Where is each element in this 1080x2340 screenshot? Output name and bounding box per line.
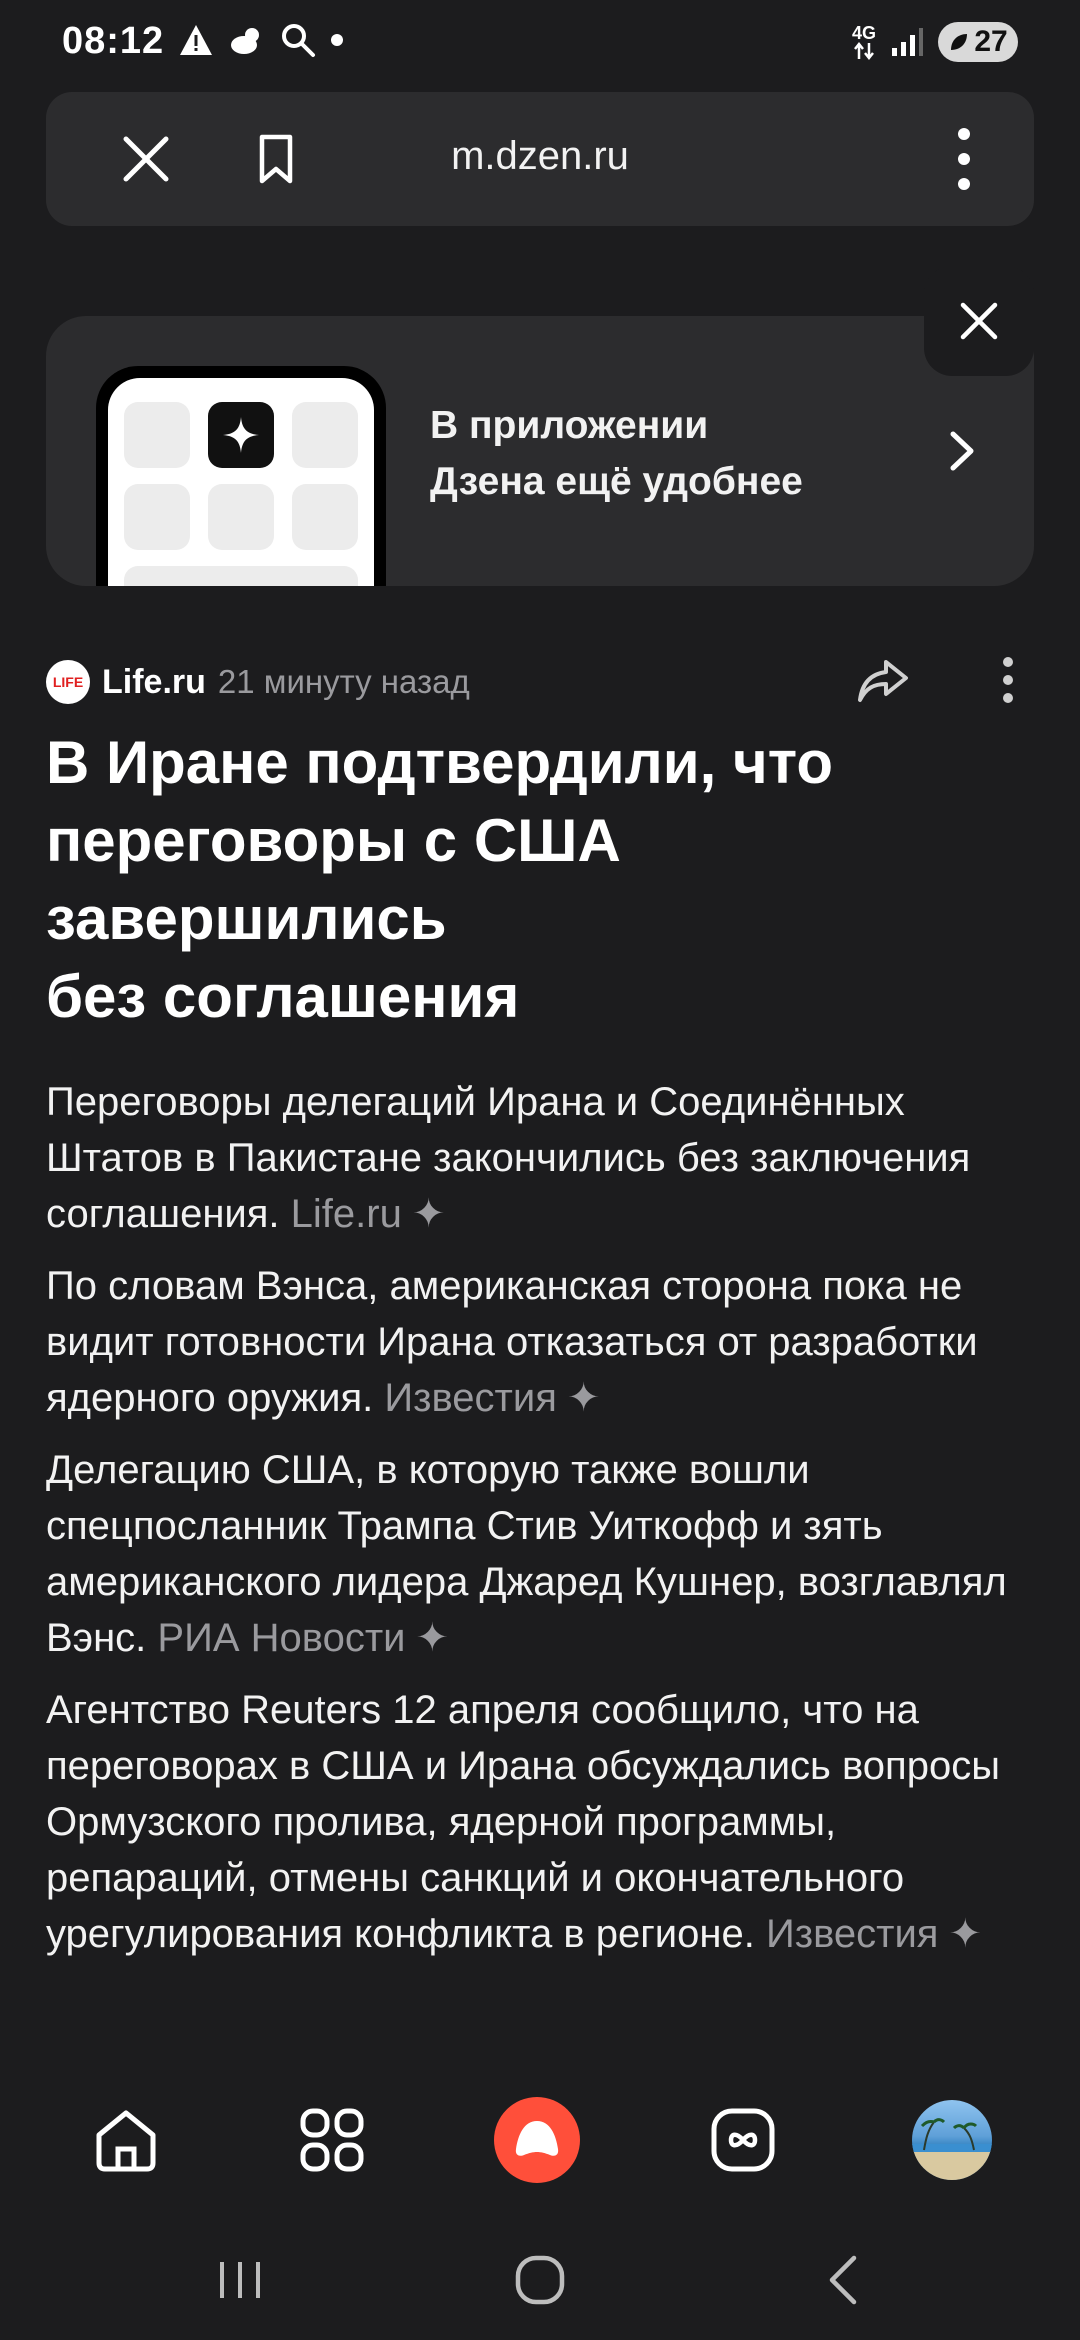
- publish-time: 21 минуту назад: [217, 663, 470, 700]
- promo-line-1: В приложении: [430, 404, 709, 447]
- nav-video[interactable]: [703, 2100, 783, 2180]
- signal-icon: [892, 28, 923, 56]
- bottom-navigation: [0, 2080, 1080, 2200]
- video-icon: [711, 2108, 775, 2172]
- network-label: 4G: [851, 23, 876, 43]
- apps-grid-icon: [300, 2108, 364, 2172]
- home-icon: [96, 2110, 156, 2172]
- status-bar: 08:12 4G 27: [0, 0, 1080, 90]
- summary-paragraph: Делегацию США, в которую также вошли спе…: [46, 1448, 1007, 1660]
- summary-paragraph: Переговоры делегаций Ирана и Соединённых…: [46, 1080, 971, 1236]
- network-type: 4G: [852, 24, 876, 60]
- share-icon[interactable]: [856, 652, 912, 708]
- battery-saver-icon: [951, 34, 968, 50]
- weather-icon: [231, 28, 259, 54]
- article-headline: В Иране подтвердили, что переговоры с СШ…: [46, 729, 834, 1030]
- status-system-icons: 4G 27: [852, 22, 1018, 62]
- promo-text: В приложении Дзена ещё удобнее: [430, 398, 803, 510]
- close-icon: [960, 302, 998, 340]
- nav-profile[interactable]: [912, 2100, 992, 2180]
- dzen-logo-icon: [208, 402, 274, 468]
- chevron-right-icon[interactable]: [941, 426, 981, 476]
- summary-paragraph: Агентство Reuters 12 апреля сообщило, чт…: [46, 1688, 1000, 1956]
- phone-illustration: [96, 366, 386, 586]
- article-meta: LIFE Life.ru 21 минуту назад: [46, 656, 470, 708]
- battery-indicator: 27: [938, 22, 1018, 62]
- source-link[interactable]: Life.ru: [291, 1192, 402, 1236]
- app-promo-banner[interactable]: В приложении Дзена ещё удобнее: [46, 316, 1034, 586]
- dot-icon: [331, 34, 343, 46]
- nav-services[interactable]: [292, 2100, 372, 2180]
- article-body: Переговоры делегаций Ирана и Соединённых…: [46, 1074, 1046, 1978]
- warning-icon: [180, 25, 212, 55]
- battery-level: 27: [974, 25, 1008, 58]
- more-vertical-icon[interactable]: [934, 124, 994, 194]
- nav-home[interactable]: [86, 2100, 166, 2180]
- promo-line-2: Дзена ещё удобнее: [430, 460, 803, 503]
- source-link[interactable]: Известия: [766, 1912, 938, 1956]
- source-link[interactable]: РИА Новости: [157, 1616, 405, 1660]
- nav-alice[interactable]: [494, 2097, 580, 2183]
- recent-apps-icon[interactable]: [210, 2250, 270, 2310]
- source-name[interactable]: Life.ru: [102, 663, 206, 702]
- alice-icon: [494, 2097, 580, 2183]
- avatar: [912, 2100, 992, 2180]
- source-link[interactable]: Известия: [384, 1376, 556, 1420]
- more-vertical-icon[interactable]: [990, 652, 1026, 708]
- url-text[interactable]: m.dzen.ru: [46, 134, 1034, 179]
- data-arrows-icon: [854, 42, 874, 60]
- search-icon: [282, 24, 315, 57]
- browser-address-bar: m.dzen.ru: [46, 92, 1034, 226]
- system-navigation-bar: [0, 2230, 1080, 2320]
- sparkle-icon: ✦: [566, 1376, 601, 1420]
- sparkle-icon: ✦: [948, 1912, 982, 1956]
- status-notification-icons: [178, 22, 344, 58]
- sparkle-icon: ✦: [415, 1616, 450, 1660]
- status-time: 08:12: [62, 20, 165, 62]
- back-icon[interactable]: [814, 2250, 874, 2310]
- sparkle-icon: ✦: [411, 1192, 446, 1236]
- home-button-icon[interactable]: [510, 2250, 570, 2310]
- promo-close-button[interactable]: [924, 266, 1034, 376]
- source-logo[interactable]: LIFE: [46, 660, 90, 704]
- summary-paragraph: По словам Вэнса, американская сторона по…: [46, 1264, 978, 1420]
